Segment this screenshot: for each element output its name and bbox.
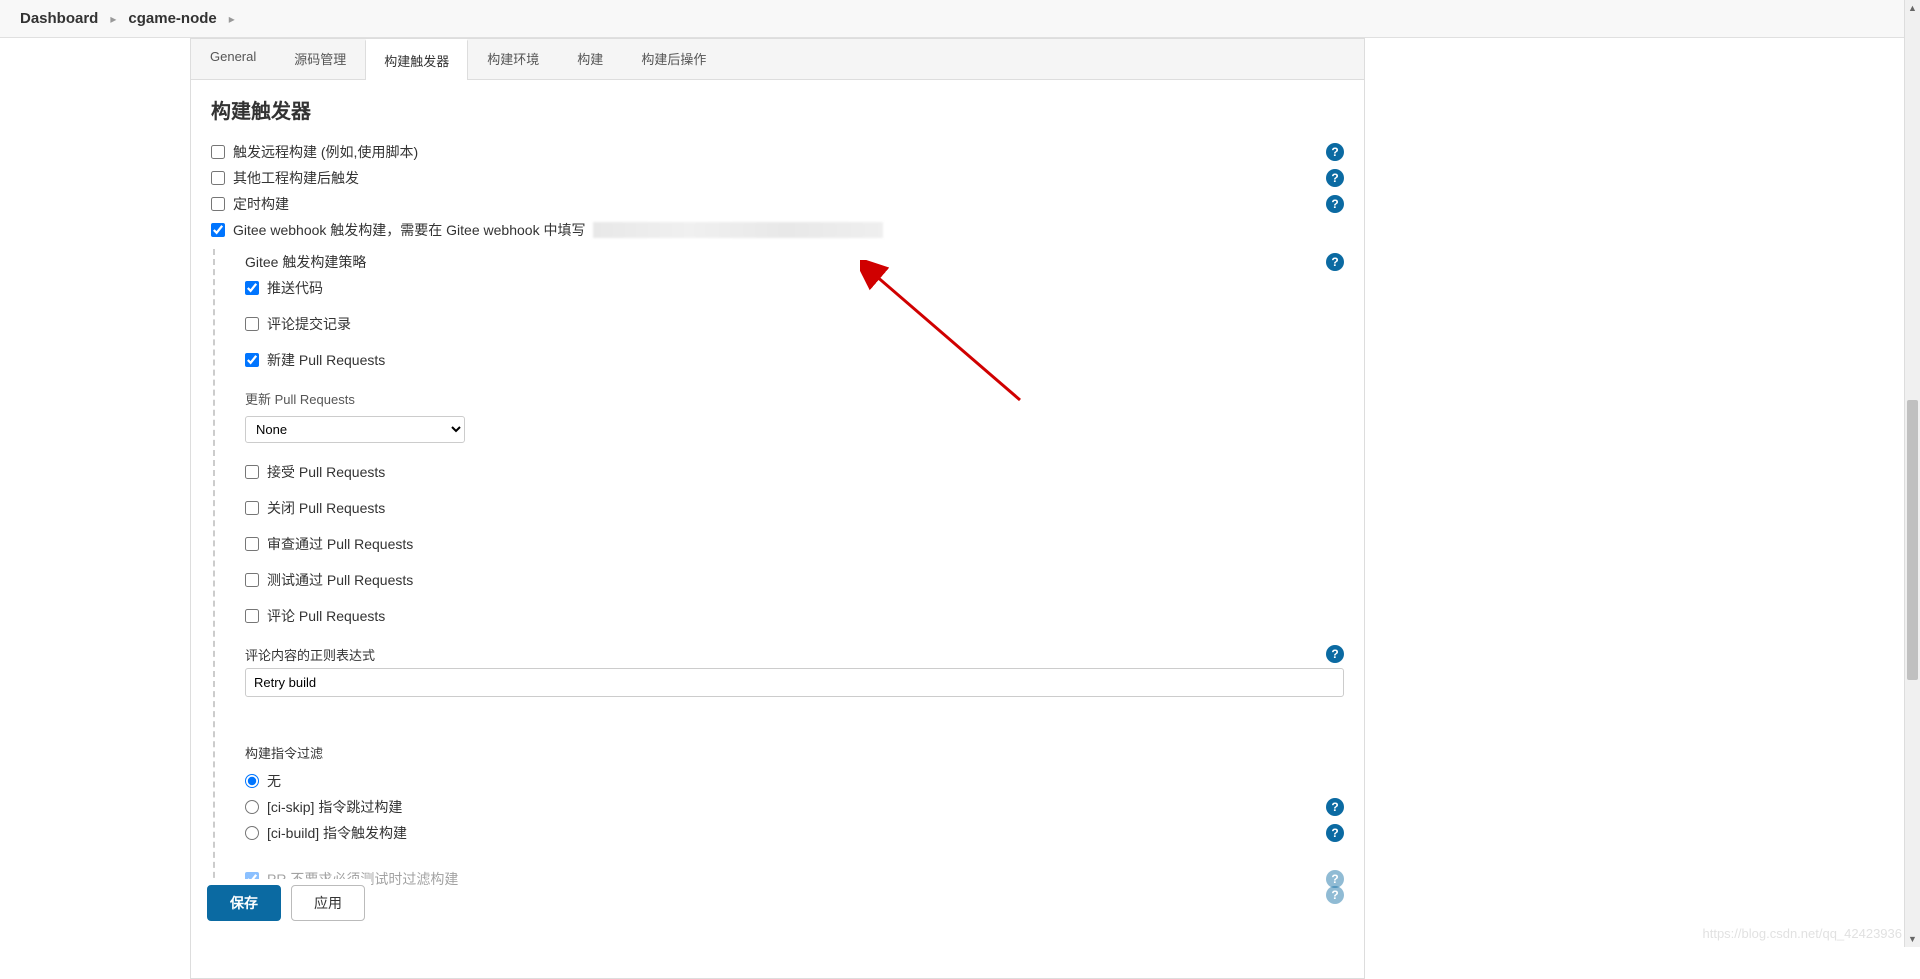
trigger-gitee-webhook-label: Gitee webhook 触发构建，需要在 Gitee webhook 中填写	[233, 220, 585, 240]
trigger-timed-label: 定时构建	[233, 194, 289, 214]
close-pr-checkbox[interactable]	[245, 501, 259, 515]
new-pr-row[interactable]: 新建 Pull Requests	[245, 350, 385, 370]
approve-pr-row[interactable]: 审查通过 Pull Requests	[245, 534, 413, 554]
comment-commit-label: 评论提交记录	[267, 314, 351, 334]
breadcrumb-dashboard[interactable]: Dashboard	[20, 10, 98, 27]
trigger-gitee-webhook-checkbox[interactable]	[211, 223, 225, 237]
filter-ciskip-row[interactable]: [ci-skip] 指令跳过构建	[245, 797, 402, 817]
chevron-right-icon: ▸	[229, 12, 235, 26]
breadcrumb: Dashboard ▸ cgame-node ▸	[0, 0, 1920, 38]
breadcrumb-project[interactable]: cgame-node	[128, 10, 216, 27]
filter-cibuild-label: [ci-build] 指令触发构建	[267, 823, 407, 843]
comment-pr-label: 评论 Pull Requests	[267, 606, 385, 626]
push-code-checkbox[interactable]	[245, 281, 259, 295]
help-icon[interactable]: ?	[1326, 253, 1344, 271]
push-code-row[interactable]: 推送代码	[245, 278, 323, 298]
new-pr-label: 新建 Pull Requests	[267, 350, 385, 370]
apply-button[interactable]: 应用	[291, 885, 365, 921]
regex-label: 评论内容的正则表达式 ?	[245, 639, 1344, 668]
comment-commit-checkbox[interactable]	[245, 317, 259, 331]
tab-build-env[interactable]: 构建环境	[468, 39, 558, 79]
filter-cibuild-radio[interactable]	[245, 826, 259, 840]
filter-ciskip-radio[interactable]	[245, 800, 259, 814]
test-pass-pr-checkbox[interactable]	[245, 573, 259, 587]
regex-input[interactable]	[245, 668, 1344, 697]
help-icon[interactable]: ?	[1326, 824, 1344, 842]
help-icon[interactable]: ?	[1326, 195, 1344, 213]
comment-pr-checkbox[interactable]	[245, 609, 259, 623]
accept-pr-checkbox[interactable]	[245, 465, 259, 479]
filter-none-radio[interactable]	[245, 774, 259, 788]
push-code-label: 推送代码	[267, 278, 323, 298]
approve-pr-label: 审查通过 Pull Requests	[267, 534, 413, 554]
test-pass-pr-label: 测试通过 Pull Requests	[267, 570, 413, 590]
help-icon[interactable]: ?	[1326, 169, 1344, 187]
help-icon[interactable]: ?	[1326, 645, 1344, 663]
update-pr-label: 更新 Pull Requests	[245, 383, 1344, 414]
close-pr-row[interactable]: 关闭 Pull Requests	[245, 498, 385, 518]
comment-commit-row[interactable]: 评论提交记录	[245, 314, 351, 334]
watermark: https://blog.csdn.net/qq_42423936	[1703, 926, 1903, 941]
accept-pr-row[interactable]: 接受 Pull Requests	[245, 462, 385, 482]
save-button[interactable]: 保存	[207, 885, 281, 921]
tab-scm[interactable]: 源码管理	[275, 39, 365, 79]
trigger-timed-checkbox[interactable]	[211, 197, 225, 211]
content-area: 构建触发器 触发远程构建 (例如,使用脚本) ? 其他工程构建后触发 ? 定时构…	[191, 80, 1364, 978]
trigger-timed-row[interactable]: 定时构建	[211, 194, 289, 214]
section-title: 构建触发器	[211, 95, 1344, 124]
test-pass-pr-row[interactable]: 测试通过 Pull Requests	[245, 570, 413, 590]
new-pr-checkbox[interactable]	[245, 353, 259, 367]
help-icon[interactable]: ?	[1326, 886, 1344, 904]
filter-cibuild-row[interactable]: [ci-build] 指令触发构建	[245, 823, 407, 843]
trigger-remote-checkbox[interactable]	[211, 145, 225, 159]
filter-ciskip-label: [ci-skip] 指令跳过构建	[267, 797, 402, 817]
trigger-after-other-row[interactable]: 其他工程构建后触发	[211, 168, 359, 188]
trigger-gitee-webhook-row[interactable]: Gitee webhook 触发构建，需要在 Gitee webhook 中填写	[211, 220, 883, 240]
filter-label: 构建指令过滤	[245, 737, 1344, 766]
scrollbar[interactable]: ▲ ▼	[1904, 0, 1920, 947]
trigger-remote-label: 触发远程构建 (例如,使用脚本)	[233, 142, 418, 162]
trigger-after-other-checkbox[interactable]	[211, 171, 225, 185]
tab-build-triggers[interactable]: 构建触发器	[365, 39, 468, 80]
help-icon[interactable]: ?	[1326, 798, 1344, 816]
trigger-after-other-label: 其他工程构建后触发	[233, 168, 359, 188]
filter-none-label: 无	[267, 771, 281, 791]
close-pr-label: 关闭 Pull Requests	[267, 498, 385, 518]
chevron-right-icon: ▸	[110, 12, 116, 26]
scrollbar-thumb[interactable]	[1907, 400, 1918, 680]
update-pr-select[interactable]: None	[245, 416, 465, 443]
tab-post-build[interactable]: 构建后操作	[622, 39, 725, 79]
approve-pr-checkbox[interactable]	[245, 537, 259, 551]
tab-build[interactable]: 构建	[558, 39, 622, 79]
redacted-url	[593, 222, 883, 238]
tab-general[interactable]: General	[191, 39, 275, 79]
accept-pr-label: 接受 Pull Requests	[267, 462, 385, 482]
tab-bar: General 源码管理 构建触发器 构建环境 构建 构建后操作	[191, 39, 1364, 80]
filter-none-row[interactable]: 无	[245, 771, 281, 791]
config-panel: General 源码管理 构建触发器 构建环境 构建 构建后操作 构建触发器 触…	[190, 38, 1365, 979]
gitee-strategy-label: Gitee 触发构建策略	[245, 252, 366, 272]
scrollbar-up-icon[interactable]: ▲	[1905, 0, 1920, 16]
trigger-remote-row[interactable]: 触发远程构建 (例如,使用脚本)	[211, 142, 418, 162]
footer-buttons: 保存 应用	[207, 879, 371, 927]
help-icon[interactable]: ?	[1326, 143, 1344, 161]
comment-pr-row[interactable]: 评论 Pull Requests	[245, 606, 385, 626]
scrollbar-down-icon[interactable]: ▼	[1905, 931, 1920, 947]
